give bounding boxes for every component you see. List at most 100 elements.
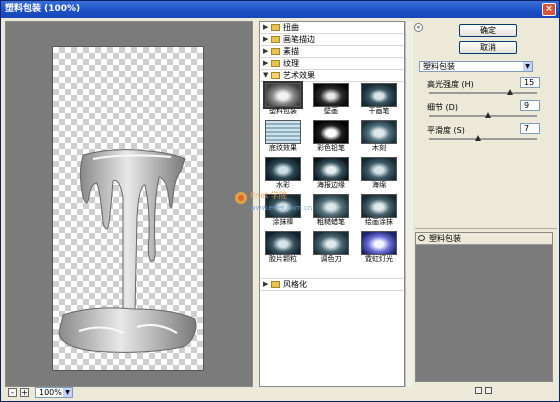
filter-thumb-underpainting[interactable]: 底纹效果 [263,120,303,152]
filter-thumb-image [265,194,301,218]
filter-thumb-label: 海绵 [372,181,386,189]
filter-thumb-label: 绘画涂抹 [365,218,393,226]
filter-group-label: 画笔描边 [283,35,315,44]
filter-thumb-image [265,157,301,181]
filter-thumb-label: 调色刀 [320,255,342,263]
zoom-value: 100% [39,388,62,397]
filter-thumb-label: 底纹效果 [269,144,297,152]
collapsed-arrow-icon: ▶ [263,47,269,55]
zoom-in-button[interactable]: + [20,388,29,397]
filter-group-texture[interactable]: ▶ 纹理 [260,58,404,70]
filter-list[interactable]: ▶ 扭曲 ▶ 画笔描边 ▶ 素描 ▶ 纹理 ▼ 艺术效果 塑料包装 壁画 干画笔… [259,21,405,387]
filter-thumb-image [361,194,397,218]
highlight-strength-input[interactable]: 15 [520,77,540,88]
collapsed-arrow-icon: ▶ [263,59,269,67]
filter-thumb-watercolor[interactable]: 水彩 [263,157,303,189]
filter-gallery-window: 塑料包装 (100%) × - + 100% ▼ ▶ 扭曲 ▶ 画笔描边 ▶ 素… [0,0,560,402]
folder-icon [271,24,280,31]
filter-thumb-palette-knife[interactable]: 调色刀 [311,231,351,263]
filter-select[interactable]: 塑料包装 ▼ [419,61,533,72]
filter-thumb-image [361,231,397,255]
collapsed-arrow-icon: ▶ [263,23,269,31]
filter-group-artistic[interactable]: ▼ 艺术效果 [260,70,404,82]
filter-thumb-label: 塑料包装 [269,107,297,115]
chevron-down-icon: ▼ [523,62,532,71]
new-effect-layer-icon[interactable] [475,387,482,394]
filter-thumb-image [361,120,397,144]
window-title: 塑料包装 (100%) [5,4,81,14]
slider-thumb[interactable] [474,135,481,141]
filter-thumb-label: 霓虹灯光 [365,255,393,263]
delete-effect-layer-icon[interactable] [485,387,492,394]
expanded-arrow-icon: ▼ [263,71,269,79]
filter-thumb-cutout[interactable]: 木刻 [359,120,399,152]
collapsed-arrow-icon: ▶ [263,280,269,288]
filter-thumb-smudge-stick[interactable]: 涂抹棒 [263,194,303,226]
smoothness-input[interactable]: 7 [520,123,540,134]
effect-layers-panel[interactable]: 塑料包装 [415,232,553,382]
filter-group-stylize[interactable]: ▶ 风格化 [260,278,404,291]
folder-icon [271,36,280,43]
preview-bottom-bar: - + 100% ▼ [5,387,253,399]
detail-slider[interactable] [429,112,537,118]
filter-thumb-neon-glow[interactable]: 霓虹灯光 [359,231,399,263]
title-bar: 塑料包装 (100%) × [1,1,559,18]
slider-thumb[interactable] [507,89,513,95]
filter-thumb-poster-edges[interactable]: 海报边缘 [311,157,351,189]
filter-thumb-label: 彩色铅笔 [317,144,345,152]
filter-thumb-label: 水彩 [276,181,290,189]
eye-icon[interactable] [418,235,425,241]
filter-thumb-image [263,81,303,109]
detail-input[interactable]: 9 [520,100,540,111]
filter-thumb-image [361,83,397,107]
preview-area[interactable] [5,21,253,387]
filter-group-label: 风格化 [283,280,307,289]
collapsed-arrow-icon: ▶ [263,35,269,43]
close-icon[interactable]: × [542,3,556,16]
filter-thumb-sponge[interactable]: 海绵 [359,157,399,189]
filter-thumb-colored-pencil[interactable]: 彩色铅笔 [311,120,351,152]
plastic-drip-image [58,149,197,353]
filter-group-sketch[interactable]: ▶ 素描 [260,46,404,58]
filter-thumb-paint-daubs[interactable]: 绘画涂抹 [359,194,399,226]
filter-list-scrollbar[interactable] [405,21,413,387]
settings-panel: « 确定 取消 塑料包装 ▼ 高光强度 (H) 15 细节 (D) 9 平滑度 … [414,21,557,226]
highlight-strength-slider[interactable] [429,89,537,95]
filter-thumb-rough-pastels[interactable]: 粗糙蜡笔 [311,194,351,226]
highlight-strength-label: 高光强度 (H) [427,80,474,89]
filter-thumb-film-grain[interactable]: 胶片颗粒 [263,231,303,263]
filter-thumb-dry-brush[interactable]: 干画笔 [359,83,399,115]
filter-thumb-label: 胶片颗粒 [269,255,297,263]
collapse-panel-icon[interactable]: « [414,23,423,32]
filter-thumb-label: 海报边缘 [317,181,345,189]
zoom-select[interactable]: 100% ▼ [35,387,73,398]
filter-thumb-label: 木刻 [372,144,386,152]
slider-thumb[interactable] [485,112,492,118]
folder-icon [271,48,280,55]
folder-icon [271,60,280,67]
filter-thumb-fresco[interactable]: 壁画 [311,83,351,115]
filter-group-brush-strokes[interactable]: ▶ 画笔描边 [260,34,404,46]
zoom-out-button[interactable]: - [8,388,17,397]
filter-thumb-label: 粗糙蜡笔 [317,218,345,226]
filter-thumb-label: 壁画 [324,107,338,115]
filter-group-label: 扭曲 [283,23,299,32]
smoothness-slider[interactable] [429,135,537,141]
filter-thumb-image [313,157,349,181]
filter-group-label: 艺术效果 [283,71,315,80]
effect-layer-row[interactable]: 塑料包装 [416,233,552,245]
filter-thumb-plastic-wrap[interactable]: 塑料包装 [263,81,303,115]
filter-thumb-image [313,83,349,107]
filter-thumb-image [313,194,349,218]
preview-canvas [52,46,204,371]
effect-layer-label: 塑料包装 [429,234,461,243]
filter-thumb-label: 涂抹棒 [272,218,294,226]
filter-thumb-image [265,231,301,255]
panel-divider [415,228,557,229]
filter-group-distort[interactable]: ▶ 扭曲 [260,22,404,34]
detail-label: 细节 (D) [427,103,458,112]
ok-button[interactable]: 确定 [459,24,517,37]
filter-thumb-label: 干画笔 [368,107,390,115]
filter-thumb-image [313,120,349,144]
cancel-button[interactable]: 取消 [459,41,517,54]
